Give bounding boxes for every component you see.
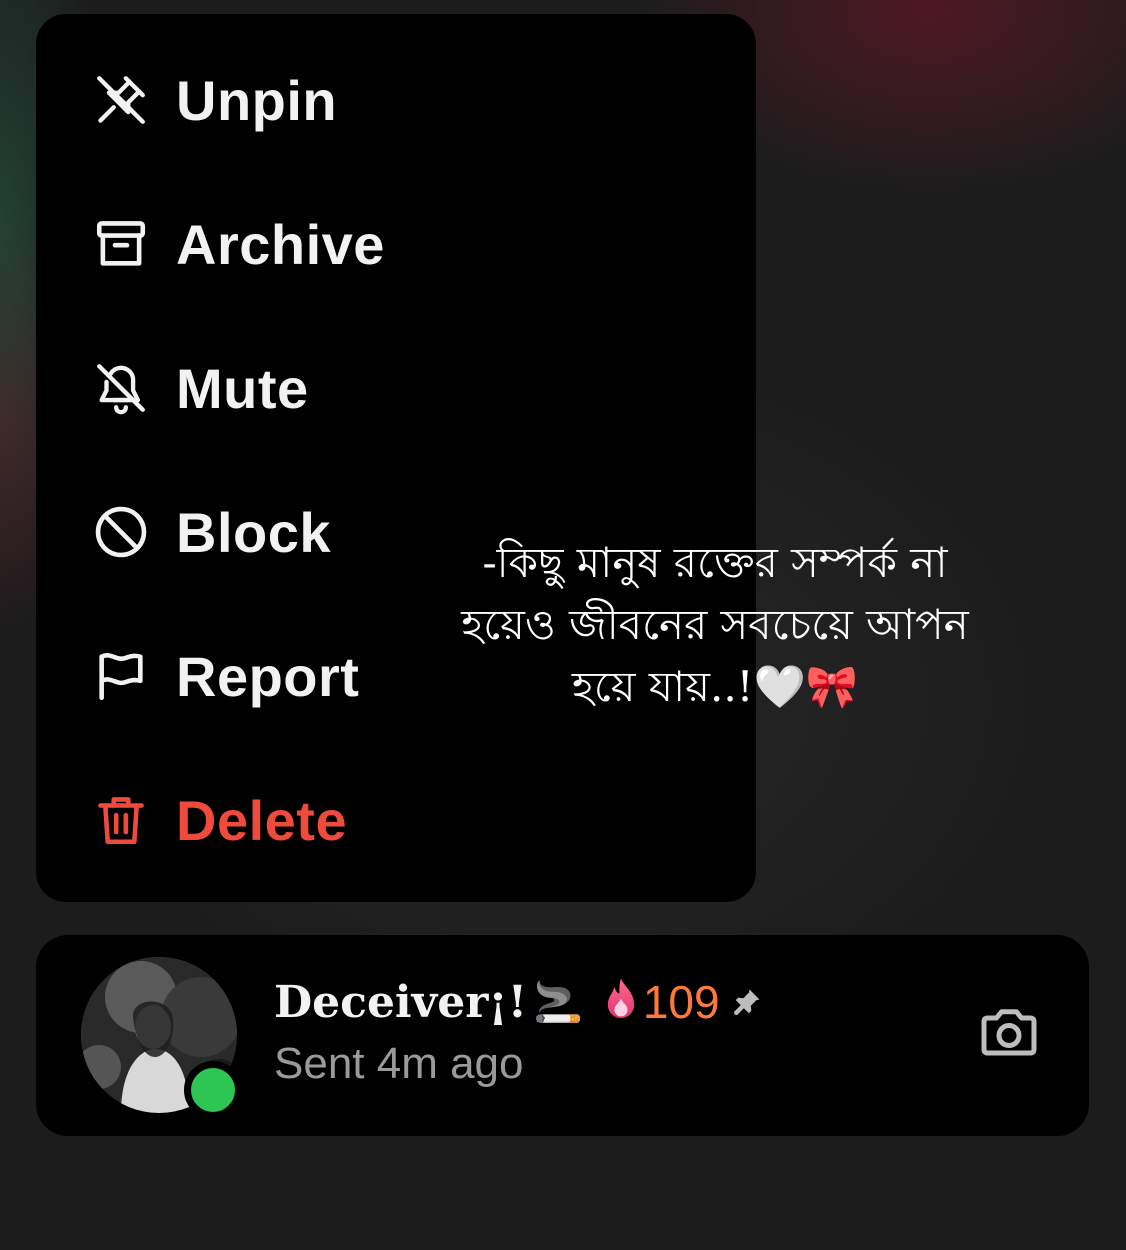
chat-list-item[interactable]: Deceiver¡! 🚬 109 Sent 4m ago [36, 935, 1089, 1136]
bell-off-icon [92, 358, 152, 418]
menu-item-mute[interactable]: Mute [92, 352, 309, 424]
menu-item-label: Archive [176, 212, 385, 276]
streak-count: 109 [642, 976, 720, 1028]
fire-icon [601, 977, 641, 1028]
camera-icon [976, 1003, 1042, 1068]
menu-item-report[interactable]: Report [92, 640, 359, 712]
chat-status-text: Sent 4m ago [274, 1039, 524, 1088]
menu-item-block[interactable]: Block [92, 496, 331, 568]
flag-icon [92, 646, 152, 706]
camera-button[interactable] [974, 1003, 1044, 1067]
trash-icon [92, 790, 152, 850]
block-icon [92, 502, 152, 562]
menu-item-label: Delete [176, 788, 348, 852]
pin-icon [732, 987, 762, 1017]
online-status-dot [184, 1061, 242, 1119]
menu-item-label: Mute [176, 356, 309, 420]
chat-username: Deceiver¡! [274, 976, 528, 1028]
menu-item-delete[interactable]: Delete [92, 784, 347, 856]
menu-item-label: Unpin [176, 68, 338, 132]
menu-item-label: Report [176, 644, 360, 708]
menu-item-label: Block [176, 500, 331, 564]
story-caption-text: -কিছু মানুষ রক্তের সম্পর্ক না হয়েও জীবন… [461, 538, 969, 711]
menu-item-archive[interactable]: Archive [92, 208, 385, 280]
menu-item-unpin[interactable]: Unpin [92, 64, 337, 136]
chat-title-line: Deceiver¡! 🚬 109 [274, 975, 762, 1029]
unpin-icon [92, 70, 152, 130]
archive-icon [92, 214, 152, 274]
context-menu: Unpin Archive Mute Block Report Delete [36, 14, 756, 902]
cigarette-emoji: 🚬 [533, 980, 583, 1025]
streak-badge: 109 [601, 975, 720, 1029]
